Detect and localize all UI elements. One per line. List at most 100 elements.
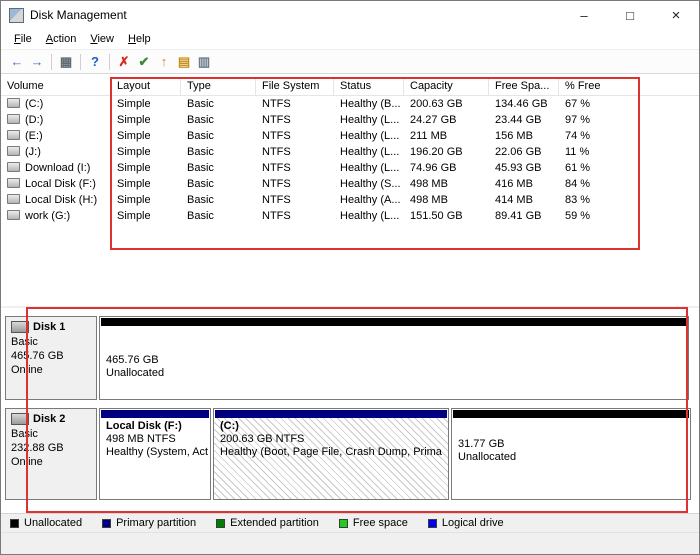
column-header-capacity[interactable]: Capacity — [404, 77, 489, 95]
table-row[interactable]: (E:) Simple Basic NTFS Healthy (L... 211… — [1, 128, 699, 144]
legend-logical-drive: Logical drive — [428, 517, 504, 529]
disk-graphical-view: Disk 1 Basic 465.76 GB Online 465.76 GB … — [1, 306, 699, 513]
cell: 74 % — [559, 128, 639, 144]
cell: 151.50 GB — [404, 208, 489, 224]
delete-volume-icon[interactable]: ✗ — [114, 52, 134, 71]
forward-arrow-icon[interactable]: → — [27, 52, 47, 71]
disk-2-row: Disk 2 Basic 232.88 GB Online Local Disk… — [5, 408, 689, 500]
cell: Simple — [111, 176, 181, 192]
title-bar[interactable]: Disk Management – □ × — [1, 1, 699, 29]
cell: Healthy (L... — [334, 112, 404, 128]
volume-name: work (G:) — [25, 210, 70, 222]
partition-status: Healthy (System, Act — [106, 446, 204, 459]
cell: NTFS — [256, 144, 334, 160]
disk-label: Disk 1 — [33, 321, 65, 333]
legend-label: Primary partition — [116, 517, 196, 529]
cell: Basic — [181, 112, 256, 128]
maximize-button[interactable]: □ — [607, 1, 653, 29]
console-tree-icon[interactable]: ▦ — [56, 52, 76, 71]
cell-volume: work (G:) — [1, 208, 111, 224]
table-row[interactable]: (J:) Simple Basic NTFS Healthy (L... 196… — [1, 144, 699, 160]
column-header-type[interactable]: Type — [181, 77, 256, 95]
volume-icon — [7, 146, 20, 156]
window-title: Disk Management — [30, 8, 127, 22]
volume-icon — [7, 194, 20, 204]
disk-1-header[interactable]: Disk 1 Basic 465.76 GB Online — [5, 316, 97, 400]
volume-icon — [7, 114, 20, 124]
cell: Simple — [111, 112, 181, 128]
free-space-swatch-icon — [339, 519, 348, 528]
column-header-layout[interactable]: Layout — [111, 77, 181, 95]
partition-unallocated[interactable]: 31.77 GB Unallocated — [451, 408, 691, 500]
menu-action[interactable]: Action — [39, 31, 84, 47]
partition-local-disk-f[interactable]: Local Disk (F:) 498 MB NTFS Healthy (Sys… — [99, 408, 211, 500]
extended-partition-swatch-icon — [216, 519, 225, 528]
table-row[interactable]: Local Disk (H:) Simple Basic NTFS Health… — [1, 192, 699, 208]
cell-volume: (E:) — [1, 128, 111, 144]
column-header-free-space[interactable]: Free Spa... — [489, 77, 559, 95]
column-header-file-system[interactable]: File System — [256, 77, 334, 95]
partition-info: Local Disk (F:) 498 MB NTFS Healthy (Sys… — [100, 418, 210, 499]
cell: NTFS — [256, 96, 334, 112]
cell-volume: Local Disk (F:) — [1, 176, 111, 192]
legend-extended-partition: Extended partition — [216, 517, 319, 529]
cell: Healthy (B... — [334, 96, 404, 112]
view-options-icon[interactable]: ▥ — [194, 52, 214, 71]
logical-drive-swatch-icon — [428, 519, 437, 528]
partition-c-drive-selected[interactable]: (C:) 200.63 GB NTFS Healthy (Boot, Page … — [213, 408, 449, 500]
cell: NTFS — [256, 176, 334, 192]
disk-1-partitions: 465.76 GB Unallocated — [99, 316, 689, 400]
disk-type: Basic — [11, 427, 91, 441]
table-row[interactable]: (C:) Simple Basic NTFS Healthy (B... 200… — [1, 96, 699, 112]
cell: Simple — [111, 208, 181, 224]
cell: Simple — [111, 144, 181, 160]
disk-size: 232.88 GB — [11, 441, 91, 455]
legend-label: Unallocated — [24, 517, 82, 529]
cell: 22.06 GB — [489, 144, 559, 160]
cell: 61 % — [559, 160, 639, 176]
partition-status: Healthy (Boot, Page File, Crash Dump, Pr… — [220, 446, 442, 459]
legend-primary-partition: Primary partition — [102, 517, 196, 529]
disk-type: Basic — [11, 335, 91, 349]
partition-size: 465.76 GB — [106, 354, 682, 367]
table-row[interactable]: (D:) Simple Basic NTFS Healthy (L... 24.… — [1, 112, 699, 128]
volume-icon — [7, 130, 20, 140]
close-button[interactable]: × — [653, 1, 699, 29]
help-icon[interactable]: ? — [85, 52, 105, 71]
cell: Basic — [181, 208, 256, 224]
cell: 156 MB — [489, 128, 559, 144]
minimize-button[interactable]: – — [561, 1, 607, 29]
menu-file[interactable]: File — [7, 31, 39, 47]
cell-volume: (J:) — [1, 144, 111, 160]
partition-info: 465.76 GB Unallocated — [100, 326, 688, 399]
table-header: Volume Layout Type File System Status Ca… — [1, 77, 699, 96]
volume-name: Local Disk (F:) — [25, 178, 96, 190]
mark-active-icon[interactable]: ✔ — [134, 52, 154, 71]
cell: 24.27 GB — [404, 112, 489, 128]
cell: Basic — [181, 96, 256, 112]
menu-view[interactable]: View — [83, 31, 121, 47]
toolbar-separator — [109, 54, 110, 70]
back-arrow-icon[interactable]: ← — [7, 52, 27, 71]
table-row[interactable]: Download (I:) Simple Basic NTFS Healthy … — [1, 160, 699, 176]
column-header-status[interactable]: Status — [334, 77, 404, 95]
partition-size: 200.63 GB NTFS — [220, 433, 442, 446]
table-row[interactable]: Local Disk (F:) Simple Basic NTFS Health… — [1, 176, 699, 192]
column-header-volume[interactable]: Volume — [1, 77, 111, 95]
disk-2-header[interactable]: Disk 2 Basic 232.88 GB Online — [5, 408, 97, 500]
table-row[interactable]: work (G:) Simple Basic NTFS Healthy (L..… — [1, 208, 699, 224]
cell: Simple — [111, 128, 181, 144]
cell: Basic — [181, 192, 256, 208]
cell: 23.44 GB — [489, 112, 559, 128]
partition-unallocated[interactable]: 465.76 GB Unallocated — [99, 316, 689, 400]
cell: Healthy (L... — [334, 208, 404, 224]
cell: NTFS — [256, 192, 334, 208]
cell: 97 % — [559, 112, 639, 128]
cell: 414 MB — [489, 192, 559, 208]
menu-help[interactable]: Help — [121, 31, 158, 47]
open-folder-icon[interactable]: ↑ — [154, 52, 174, 71]
properties-icon[interactable]: ▤ — [174, 52, 194, 71]
partition-info: (C:) 200.63 GB NTFS Healthy (Boot, Page … — [214, 418, 448, 499]
cell: NTFS — [256, 128, 334, 144]
column-header-pct-free[interactable]: % Free — [559, 77, 639, 95]
